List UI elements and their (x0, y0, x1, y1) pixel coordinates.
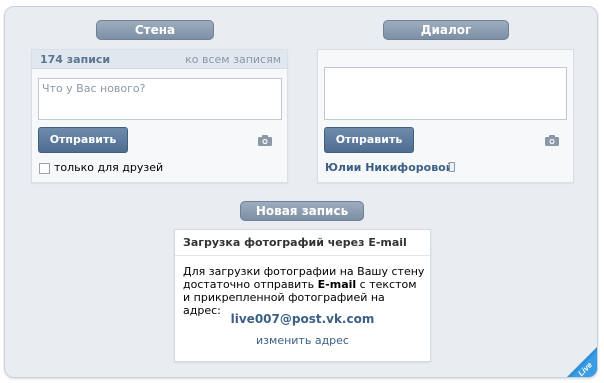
camera-icon[interactable] (258, 135, 272, 146)
change-address-link[interactable]: изменить адрес (175, 334, 430, 347)
wall-send-button[interactable]: Отправить (38, 127, 128, 153)
app-frame: Стена 174 записи ко всем записям Что у В… (4, 6, 598, 378)
dialog-message-input[interactable] (324, 67, 567, 120)
dialog-send-button[interactable]: Отправить (324, 127, 414, 153)
friends-only-checkbox[interactable] (39, 163, 50, 174)
friends-only-label[interactable]: только для друзей (54, 161, 163, 174)
upload-email-address[interactable]: live007@post.vk.com (175, 312, 430, 326)
camera-icon[interactable] (545, 135, 559, 146)
live-corner-badge[interactable]: Live (561, 341, 597, 377)
wall-panel: 174 записи ко всем записям Что у Вас нов… (31, 49, 288, 183)
new-post-title[interactable]: Новая запись (240, 201, 364, 221)
wall-title[interactable]: Стена (96, 20, 214, 40)
wall-post-input[interactable]: Что у Вас нового? (38, 78, 282, 120)
wall-panel-header: 174 записи ко всем записям (32, 50, 287, 69)
phone-icon (449, 162, 455, 172)
recipient-name[interactable]: Юлии Никифоровой (325, 161, 453, 174)
all-posts-link[interactable]: ко всем записям (185, 53, 281, 66)
email-upload-title: Загрузка фотографий через E-mail (175, 230, 430, 256)
dialog-panel: Отправить Юлии Никифоровой (317, 49, 574, 183)
description-email-bold: E-mail (317, 278, 357, 291)
email-upload-description: Для загрузки фотографии на Вашу стену до… (183, 265, 426, 317)
dialog-title[interactable]: Диалог (383, 20, 509, 40)
email-upload-panel: Загрузка фотографий через E-mail Для заг… (174, 229, 431, 362)
wall-post-count[interactable]: 174 записи (40, 53, 110, 66)
